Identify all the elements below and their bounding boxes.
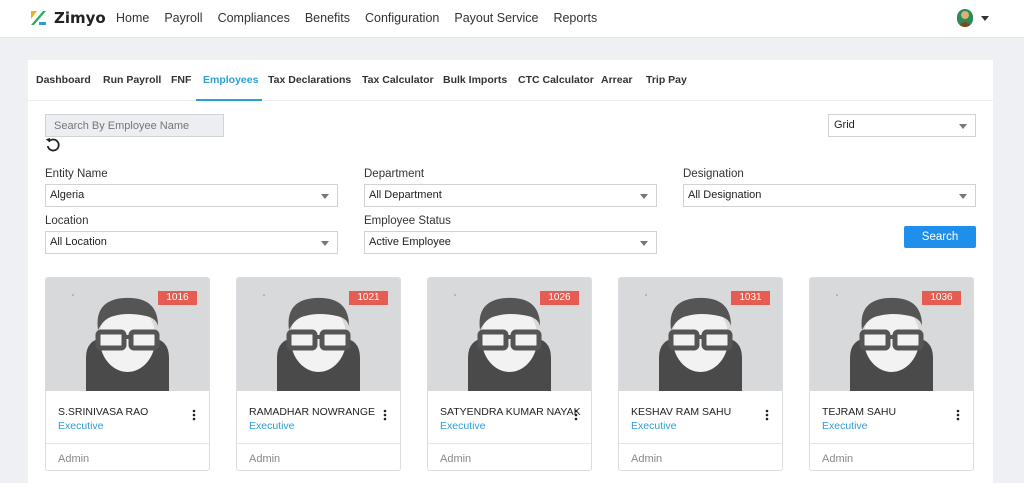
- kebab-menu-icon[interactable]: [956, 409, 960, 421]
- top-navbar: Zimyo Home Payroll Compliances Benefits …: [0, 0, 1024, 38]
- nav-benefits[interactable]: Benefits: [305, 11, 350, 25]
- card-footer: Admin: [46, 443, 209, 470]
- department-label: Department: [364, 168, 425, 180]
- employee-id-badge: 1031: [731, 291, 770, 305]
- department-select[interactable]: All Department: [364, 184, 657, 207]
- user-menu[interactable]: [957, 9, 989, 27]
- nav-payout-service[interactable]: Payout Service: [454, 11, 538, 25]
- employee-name[interactable]: RAMADHAR NOWRANGE: [249, 406, 375, 418]
- employee-card[interactable]: 1026 SATYENDRA KUMAR NAYAK Executive Adm…: [427, 277, 592, 471]
- employee-department: Admin: [822, 453, 854, 465]
- avatar: [957, 9, 973, 27]
- designation-select[interactable]: All Designation: [683, 184, 976, 207]
- employee-designation: Executive: [249, 420, 295, 432]
- location-select[interactable]: All Location: [45, 231, 338, 254]
- tab-employees[interactable]: Employees: [203, 74, 258, 86]
- tab-fnf[interactable]: FNF: [171, 74, 191, 86]
- tab-trip-pay[interactable]: Trip Pay: [646, 74, 687, 86]
- refresh-icon[interactable]: [44, 136, 62, 154]
- nav-home[interactable]: Home: [116, 11, 149, 25]
- employee-card[interactable]: 1036 TEJRAM SAHU Executive Admin: [809, 277, 974, 471]
- tab-bulk-imports[interactable]: Bulk Imports: [443, 74, 507, 86]
- employee-card[interactable]: 1016 S.SRINIVASA RAO Executive Admin: [45, 277, 210, 471]
- employee-department: Admin: [249, 453, 281, 465]
- employee-photo: 1021: [237, 278, 400, 391]
- department-value: All Department: [369, 189, 442, 201]
- tab-tax-calculator[interactable]: Tax Calculator: [362, 74, 434, 86]
- card-footer: Admin: [428, 443, 591, 470]
- tab-arrear[interactable]: Arrear: [601, 74, 633, 86]
- employee-designation: Executive: [58, 420, 104, 432]
- employee-id-badge: 1036: [922, 291, 961, 305]
- location-value: All Location: [50, 236, 107, 248]
- card-footer: Admin: [810, 443, 973, 470]
- employee-name[interactable]: SATYENDRA KUMAR NAYAK: [440, 406, 581, 418]
- employee-photo: 1016: [46, 278, 209, 391]
- entity-name-select[interactable]: Algeria: [45, 184, 338, 207]
- chevron-down-icon: [640, 194, 648, 199]
- chevron-down-icon: [321, 241, 329, 246]
- card-footer: Admin: [619, 443, 782, 470]
- nav-payroll[interactable]: Payroll: [164, 11, 202, 25]
- chevron-down-icon: [959, 194, 967, 199]
- tab-run-payroll[interactable]: Run Payroll: [103, 74, 161, 86]
- top-nav-menu: Home Payroll Compliances Benefits Config…: [116, 11, 612, 25]
- employee-search-input[interactable]: [45, 114, 224, 137]
- main-panel: Dashboard Run Payroll FNF Employees Tax …: [28, 60, 993, 483]
- employee-id-badge: 1026: [540, 291, 579, 305]
- kebab-menu-icon[interactable]: [574, 409, 578, 421]
- view-mode-select[interactable]: Grid: [828, 114, 976, 137]
- nav-reports[interactable]: Reports: [553, 11, 597, 25]
- zimyo-logo-icon: [30, 11, 46, 25]
- employee-designation: Executive: [631, 420, 677, 432]
- employee-name[interactable]: KESHAV RAM SAHU: [631, 406, 731, 418]
- employee-id-badge: 1016: [158, 291, 197, 305]
- employee-name[interactable]: S.SRINIVASA RAO: [58, 406, 148, 418]
- tab-dashboard[interactable]: Dashboard: [36, 74, 91, 86]
- kebab-menu-icon[interactable]: [192, 409, 196, 421]
- tab-tax-declarations[interactable]: Tax Declarations: [268, 74, 351, 86]
- employee-department: Admin: [58, 453, 90, 465]
- search-button[interactable]: Search: [904, 226, 976, 248]
- employee-photo: 1031: [619, 278, 782, 391]
- employee-photo: 1026: [428, 278, 591, 391]
- tab-ctc-calculator[interactable]: CTC Calculator: [518, 74, 594, 86]
- employee-department: Admin: [631, 453, 663, 465]
- view-mode-value: Grid: [834, 119, 855, 131]
- entity-name-value: Algeria: [50, 189, 85, 201]
- employee-photo: 1036: [810, 278, 973, 391]
- chevron-down-icon: [640, 241, 648, 246]
- entity-name-label: Entity Name: [45, 168, 108, 180]
- employee-id-badge: 1021: [349, 291, 388, 305]
- nav-configuration[interactable]: Configuration: [365, 11, 439, 25]
- kebab-menu-icon[interactable]: [383, 409, 387, 421]
- brand-name: Zimyo: [54, 9, 106, 27]
- logo[interactable]: Zimyo: [28, 8, 106, 28]
- employee-status-value: Active Employee: [369, 236, 451, 248]
- chevron-down-icon: [321, 194, 329, 199]
- employee-status-label: Employee Status: [364, 215, 451, 227]
- kebab-menu-icon[interactable]: [765, 409, 769, 421]
- employee-designation: Executive: [440, 420, 486, 432]
- chevron-down-icon: [959, 124, 967, 129]
- designation-value: All Designation: [688, 189, 762, 201]
- employee-card[interactable]: 1031 KESHAV RAM SAHU Executive Admin: [618, 277, 783, 471]
- employee-card[interactable]: 1021 RAMADHAR NOWRANGE Executive Admin: [236, 277, 401, 471]
- employee-department: Admin: [440, 453, 472, 465]
- designation-label: Designation: [683, 168, 744, 180]
- employee-designation: Executive: [822, 420, 868, 432]
- active-tab-indicator: [196, 99, 262, 101]
- location-label: Location: [45, 215, 89, 227]
- employee-name[interactable]: TEJRAM SAHU: [822, 406, 896, 418]
- nav-compliances[interactable]: Compliances: [218, 11, 290, 25]
- payroll-subnav: Dashboard Run Payroll FNF Employees Tax …: [28, 60, 993, 101]
- chevron-down-icon: [981, 15, 989, 21]
- card-footer: Admin: [237, 443, 400, 470]
- employee-status-select[interactable]: Active Employee: [364, 231, 657, 254]
